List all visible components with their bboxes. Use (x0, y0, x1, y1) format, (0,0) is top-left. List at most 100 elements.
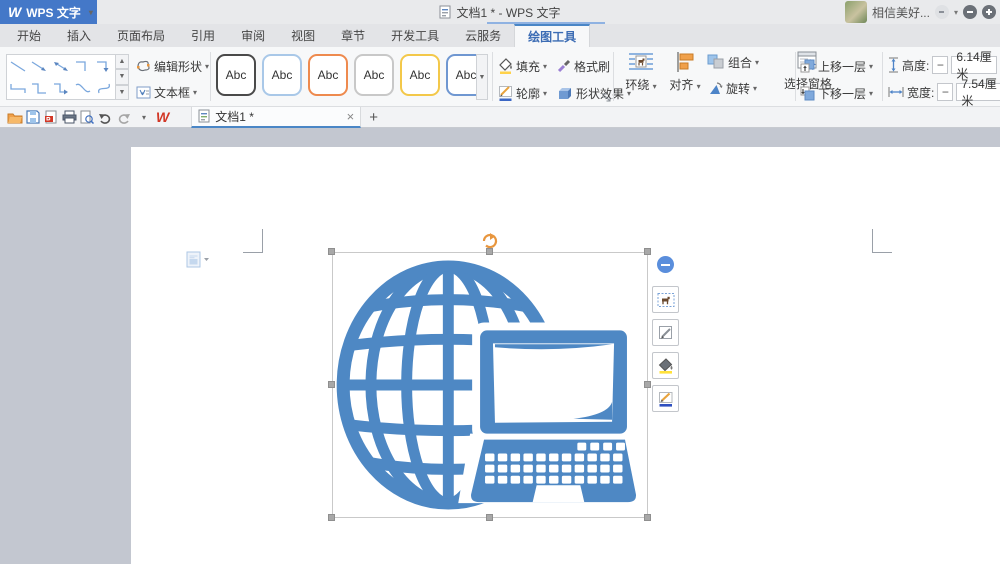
titlebar-plus-icon[interactable] (982, 5, 996, 19)
member-badge-icon[interactable] (935, 5, 949, 19)
margin-cropmark-topright (872, 229, 892, 253)
bring-forward-button[interactable]: 上移一层 ▾ (800, 55, 873, 77)
tab-home[interactable]: 开始 (4, 24, 54, 47)
resize-handle-e[interactable] (644, 381, 651, 388)
wrap-button[interactable]: 环绕 ▾ (619, 51, 663, 93)
wps-red-logo-icon: W (156, 109, 169, 125)
margin-cropmark-topleft (243, 229, 263, 253)
tab-dev-tools[interactable]: 开发工具 (378, 24, 452, 47)
shape-bent-connector-icon[interactable] (7, 77, 29, 99)
tab-cloud-service[interactable]: 云服务 (452, 24, 514, 47)
title-bar: W WPS 文字 ▾ 文档1 * - WPS 文字 相信美好... ▾ (0, 0, 1000, 24)
export-pdf-icon (44, 110, 58, 124)
dialog-launcher-icon[interactable] (602, 93, 611, 102)
fill-color-button[interactable] (652, 352, 679, 379)
selected-image[interactable] (332, 252, 648, 518)
tab-view[interactable]: 视图 (278, 24, 328, 47)
close-tab-icon[interactable]: × (347, 109, 355, 124)
outline-button[interactable]: 轮廓 ▾ (498, 82, 547, 104)
collapse-panel-button[interactable] (657, 256, 674, 273)
fill-button[interactable]: 填充 ▾ (498, 55, 547, 77)
shape-elbow-connector-icon[interactable] (72, 55, 94, 77)
shape-elbow-arrow-icon[interactable] (93, 55, 115, 77)
window-title-text: 文档1 * - WPS 文字 (456, 4, 560, 21)
text-wrap-icon (628, 51, 654, 73)
tab-drawing-tools[interactable]: 绘图工具 (514, 24, 590, 47)
gallery-scroll-up-button[interactable]: ▲ (116, 54, 129, 69)
outline-pencil-icon (658, 391, 674, 407)
resize-handle-nw[interactable] (328, 248, 335, 255)
style-preset-3[interactable]: Abc (308, 54, 348, 96)
shape-line-icon[interactable] (7, 55, 29, 77)
gallery-more-button[interactable]: ▼ (116, 85, 129, 100)
group-button[interactable]: 组合 ▾ (707, 51, 781, 73)
outline-color-button[interactable] (652, 385, 679, 412)
open-button[interactable] (6, 108, 24, 126)
redo-button[interactable] (114, 108, 132, 126)
rotate-button[interactable]: 旋转 ▾ (707, 77, 781, 99)
shape-s-curve-icon[interactable] (93, 77, 115, 99)
style-preset-4[interactable]: Abc (354, 54, 394, 96)
quick-access-toolbar: ▾ W 文档1 * × + (0, 107, 1000, 128)
shape-style-presets: Abc Abc Abc Abc Abc Abc (216, 54, 486, 96)
avatar[interactable] (845, 1, 867, 23)
chevron-down-icon[interactable]: ▾ (954, 8, 958, 17)
layout-options-button[interactable] (652, 286, 679, 313)
document-tab-title: 文档1 * (215, 108, 254, 125)
undo-icon (98, 111, 113, 124)
tab-insert[interactable]: 插入 (54, 24, 104, 47)
tab-references[interactable]: 引用 (178, 24, 228, 47)
document-tab[interactable]: 文档1 * × (191, 107, 361, 128)
ribbon-tab-bar: 开始 插入 页面布局 引用 审阅 视图 章节 开发工具 云服务 绘图工具 (0, 24, 1000, 47)
fill-outline-group: 填充 ▾ 格式刷 轮廓 ▾ 形状效果 ▾ (498, 55, 631, 104)
style-preset-5[interactable]: Abc (400, 54, 440, 96)
text-box-button[interactable]: 文本框 ▾ (136, 81, 209, 103)
outline-pencil-icon (498, 85, 513, 101)
align-button[interactable]: 对齐 ▾ (663, 51, 707, 93)
change-shape-button[interactable] (652, 319, 679, 346)
shape-double-arrow-icon[interactable] (50, 55, 72, 77)
height-decrease-button[interactable]: − (932, 56, 948, 74)
export-pdf-button[interactable] (42, 108, 60, 126)
redo-icon (116, 111, 131, 124)
shape-arrow-icon[interactable] (29, 55, 51, 77)
format-painter-button[interactable]: 格式刷 (557, 55, 610, 77)
edit-shape-icon (136, 59, 151, 73)
preset-more-button[interactable]: ▼ (476, 54, 488, 100)
shape-curve-icon[interactable] (72, 77, 94, 99)
shape-zigzag-arrow-icon[interactable] (50, 77, 72, 99)
resize-handle-ne[interactable] (644, 248, 651, 255)
edit-shape-button[interactable]: 编辑形状 ▾ (136, 55, 209, 77)
style-preset-1[interactable]: Abc (216, 54, 256, 96)
undo-button[interactable] (96, 108, 114, 126)
tab-review[interactable]: 审阅 (228, 24, 278, 47)
tab-section[interactable]: 章节 (328, 24, 378, 47)
style-preset-2[interactable]: Abc (262, 54, 302, 96)
toolbar-more-caret[interactable]: ▾ (142, 113, 146, 122)
height-input[interactable]: 6.14厘米 (951, 56, 997, 74)
bring-forward-icon (800, 59, 815, 74)
save-button[interactable] (24, 108, 42, 126)
text-box-icon (136, 86, 151, 99)
send-backward-button[interactable]: 下移一层 ▾ (800, 82, 873, 104)
resize-handle-s[interactable] (486, 514, 493, 521)
document-icon (439, 5, 451, 19)
document-area (0, 128, 1000, 564)
shape-zigzag-icon[interactable] (29, 77, 51, 99)
gallery-scroll-down-button[interactable]: ▼ (116, 69, 129, 84)
resize-handle-w[interactable] (328, 381, 335, 388)
new-tab-button[interactable]: + (369, 109, 378, 126)
width-input[interactable]: 7.54厘米 (956, 83, 1000, 101)
resize-handle-se[interactable] (644, 514, 651, 521)
align-icon (674, 51, 696, 73)
print-button[interactable] (60, 108, 78, 126)
titlebar-circle-icon[interactable] (963, 5, 977, 19)
print-preview-button[interactable] (78, 108, 96, 126)
height-icon (888, 57, 899, 73)
shape-edit-group: 编辑形状 ▾ 文本框 ▾ (136, 55, 209, 103)
save-icon (26, 110, 40, 124)
width-decrease-button[interactable]: − (937, 83, 953, 101)
resize-handle-sw[interactable] (328, 514, 335, 521)
resize-handle-n[interactable] (486, 248, 493, 255)
tab-page-layout[interactable]: 页面布局 (104, 24, 178, 47)
